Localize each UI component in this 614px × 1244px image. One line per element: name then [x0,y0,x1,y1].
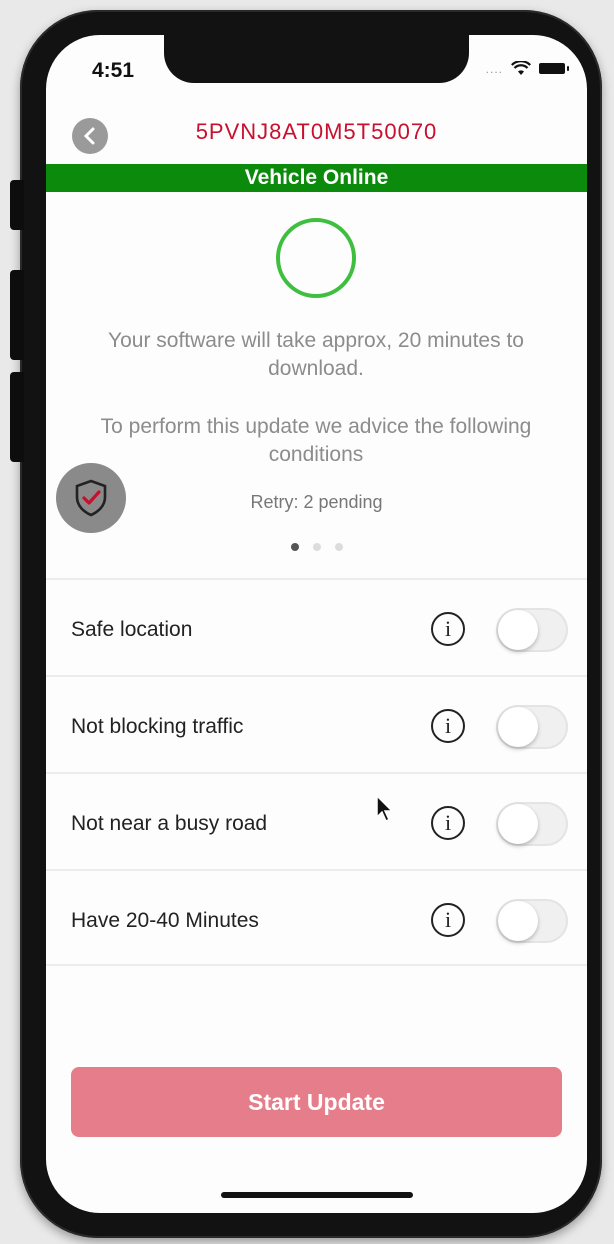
side-button [10,180,24,230]
page-dot[interactable] [290,543,299,551]
start-update-button[interactable]: Start Update [71,1067,562,1137]
condition-label: Not blocking traffic [71,715,244,738]
conditions-info-text: To perform this update we advice the fol… [100,415,532,466]
status-bar: 4:51 .... [46,35,587,105]
condition-row: Have 20-40 Minutes i [46,869,587,966]
condition-toggle[interactable] [496,705,568,749]
signal-dots: .... [485,61,503,76]
condition-toggle[interactable] [496,608,568,652]
conditions-list: Safe location i Not blocking traffic i N… [46,578,587,966]
vehicle-online-banner: Vehicle Online [46,164,587,192]
toggle-knob [498,901,538,941]
vehicle-vin: 5PVNJ8AT0M5T50070 [195,119,438,144]
status-time: 4:51 [92,59,135,82]
toggle-knob [498,707,538,747]
home-indicator [221,1192,413,1198]
notch [164,35,469,83]
security-button[interactable] [56,463,126,533]
info-icon[interactable]: i [431,612,465,646]
condition-row: Not near a busy road i [46,772,587,869]
info-icon[interactable]: i [431,903,465,937]
info-icon[interactable]: i [431,709,465,743]
condition-toggle[interactable] [496,802,568,846]
retry-status: Retry: 2 pending [250,492,383,512]
page-dot[interactable] [334,543,343,551]
condition-label: Not near a busy road [71,812,268,835]
page-dot[interactable] [312,543,321,551]
condition-label: Have 20-40 Minutes [71,909,259,932]
toggle-knob [498,610,538,650]
page-indicator [46,543,587,551]
condition-row: Safe location i [46,578,587,675]
side-button [10,372,24,462]
toggle-knob [498,804,538,844]
condition-toggle[interactable] [496,899,568,943]
condition-label: Safe location [71,618,193,641]
wifi-icon [511,61,531,75]
app-screen: 4:51 .... 5PVNJ8AT0M5T50070 Vehicle Onli… [46,35,587,1213]
nav-bar: 5PVNJ8AT0M5T50070 [46,105,587,163]
side-button [10,270,24,360]
battery-icon [539,63,569,74]
info-icon[interactable]: i [431,806,465,840]
download-progress-ring [276,218,356,298]
shield-check-icon [75,479,107,517]
condition-row: Not blocking traffic i [46,675,587,772]
mouse-cursor-icon [376,795,394,823]
status-icons: .... [485,61,569,76]
download-info-text: Your software will take approx, 20 minut… [108,329,524,380]
